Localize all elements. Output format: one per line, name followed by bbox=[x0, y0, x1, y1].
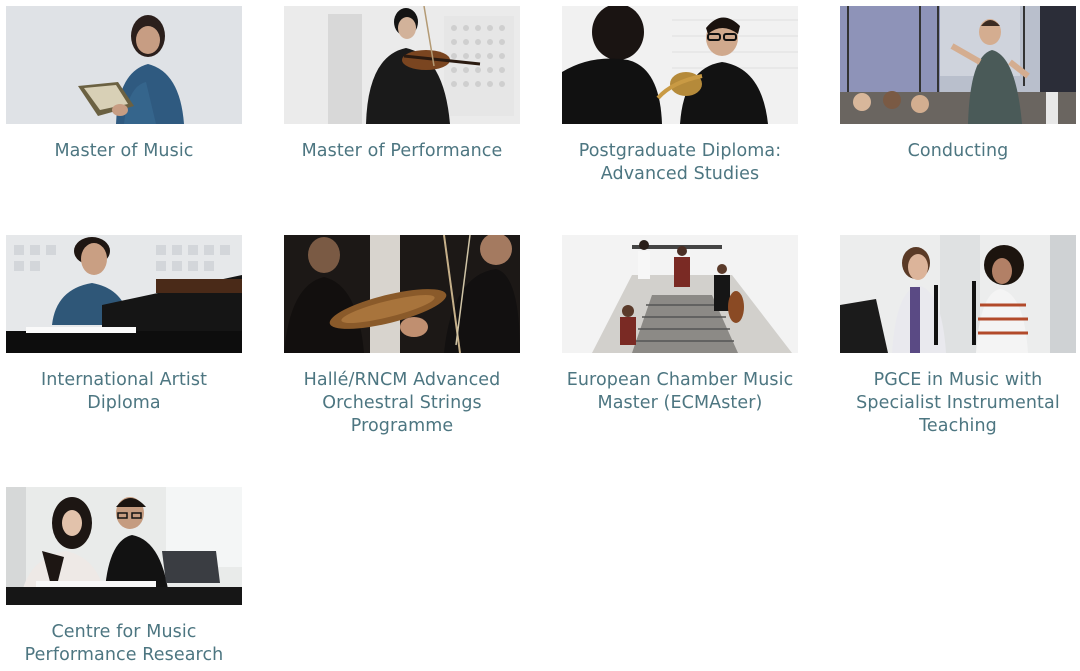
programme-title[interactable]: Centre for Music Performance Research bbox=[6, 621, 242, 667]
programme-image[interactable] bbox=[6, 6, 242, 124]
programme-image[interactable] bbox=[562, 6, 798, 124]
programme-image[interactable] bbox=[6, 487, 242, 605]
programme-image[interactable] bbox=[840, 235, 1076, 353]
programme-title[interactable]: Conducting bbox=[840, 140, 1076, 163]
programme-card-halle-rncm-strings[interactable]: Hallé/RNCM Advanced Orchestral Strings P… bbox=[284, 235, 520, 438]
programme-card-conducting[interactable]: Conducting bbox=[840, 6, 1076, 163]
programme-title[interactable]: European Chamber Music Master (ECMAster) bbox=[562, 369, 798, 415]
programme-card-centre-music-performance-research[interactable]: Centre for Music Performance Research bbox=[6, 487, 242, 667]
programme-title[interactable]: Master of Music bbox=[6, 140, 242, 163]
programme-card-postgraduate-diploma[interactable]: Postgraduate Diploma: Advanced Studies bbox=[562, 6, 798, 186]
programme-card-pgce-music[interactable]: PGCE in Music with Specialist Instrument… bbox=[840, 235, 1076, 438]
programme-card-master-of-music[interactable]: Master of Music bbox=[6, 6, 242, 163]
programme-image[interactable] bbox=[284, 235, 520, 353]
programme-image[interactable] bbox=[6, 235, 242, 353]
programme-title[interactable]: Hallé/RNCM Advanced Orchestral Strings P… bbox=[284, 369, 520, 438]
programme-image[interactable] bbox=[840, 6, 1076, 124]
programme-title[interactable]: International Artist Diploma bbox=[6, 369, 242, 415]
programme-image[interactable] bbox=[562, 235, 798, 353]
programme-image[interactable] bbox=[284, 6, 520, 124]
programme-title[interactable]: Postgraduate Diploma: Advanced Studies bbox=[562, 140, 798, 186]
programme-card-international-artist-diploma[interactable]: International Artist Diploma bbox=[6, 235, 242, 415]
programme-card-ecmaster[interactable]: European Chamber Music Master (ECMAster) bbox=[562, 235, 798, 415]
programme-title[interactable]: Master of Performance bbox=[284, 140, 520, 163]
programme-title[interactable]: PGCE in Music with Specialist Instrument… bbox=[840, 369, 1076, 438]
programme-card-master-of-performance[interactable]: Master of Performance bbox=[284, 6, 520, 163]
